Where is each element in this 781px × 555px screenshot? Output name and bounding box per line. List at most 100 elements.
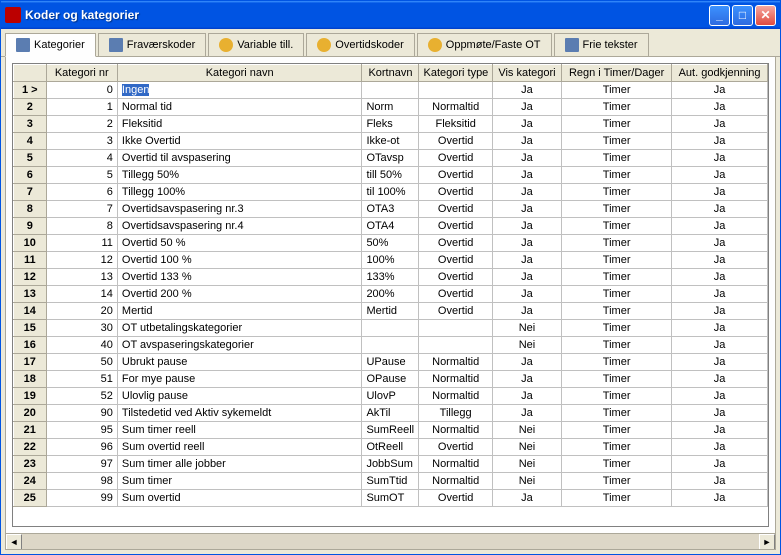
cell-aut[interactable]: Ja — [672, 439, 768, 456]
cell-regn[interactable]: Timer — [562, 473, 672, 490]
cell-short[interactable]: til 100% — [362, 184, 419, 201]
cell-short[interactable]: Norm — [362, 99, 419, 116]
cell-nr[interactable]: 11 — [46, 235, 117, 252]
cell-short[interactable]: Ikke-ot — [362, 133, 419, 150]
cell-type[interactable]: Overtid — [419, 184, 492, 201]
cell-name[interactable]: Ulovlig pause — [117, 388, 362, 405]
cell-regn[interactable]: Timer — [562, 303, 672, 320]
cell-short[interactable]: OPause — [362, 371, 419, 388]
row-number[interactable]: 25 — [14, 490, 47, 507]
row-number[interactable]: 4 — [14, 133, 47, 150]
cell-short[interactable]: SumTtid — [362, 473, 419, 490]
cell-vis[interactable]: Ja — [492, 201, 561, 218]
cell-name[interactable]: Ikke Overtid — [117, 133, 362, 150]
scroll-right-button[interactable]: ► — [759, 534, 775, 550]
row-number[interactable]: 5 — [14, 150, 47, 167]
table-row[interactable]: 1640OT avspaseringskategorierNeiTimerJa — [14, 337, 768, 354]
table-row[interactable]: 2296Sum overtid reellOtReellOvertidNeiTi… — [14, 439, 768, 456]
cell-type[interactable]: Normaltid — [419, 388, 492, 405]
cell-aut[interactable]: Ja — [672, 405, 768, 422]
cell-name[interactable]: Sum timer alle jobber — [117, 456, 362, 473]
cell-regn[interactable]: Timer — [562, 99, 672, 116]
col-header-6[interactable]: Aut. godkjenning — [672, 65, 768, 82]
cell-short[interactable]: 200% — [362, 286, 419, 303]
data-grid[interactable]: Kategori nrKategori navnKortnavnKategori… — [12, 63, 769, 527]
cell-short[interactable]: till 50% — [362, 167, 419, 184]
cell-nr[interactable]: 7 — [46, 201, 117, 218]
cell-type[interactable]: Normaltid — [419, 422, 492, 439]
row-number[interactable]: 23 — [14, 456, 47, 473]
cell-aut[interactable]: Ja — [672, 133, 768, 150]
cell-regn[interactable]: Timer — [562, 82, 672, 99]
table-row[interactable]: 21Normal tidNormNormaltidJaTimerJa — [14, 99, 768, 116]
cell-aut[interactable]: Ja — [672, 99, 768, 116]
row-number[interactable]: 9 — [14, 218, 47, 235]
cell-short[interactable]: Fleks — [362, 116, 419, 133]
cell-name[interactable]: Fleksitid — [117, 116, 362, 133]
cell-regn[interactable]: Timer — [562, 167, 672, 184]
cell-short[interactable]: UlovP — [362, 388, 419, 405]
cell-nr[interactable]: 99 — [46, 490, 117, 507]
cell-aut[interactable]: Ja — [672, 303, 768, 320]
cell-nr[interactable]: 20 — [46, 303, 117, 320]
cell-vis[interactable]: Ja — [492, 184, 561, 201]
cell-type[interactable]: Overtid — [419, 167, 492, 184]
cell-name[interactable]: Sum overtid — [117, 490, 362, 507]
cell-name[interactable]: Overtid 100 % — [117, 252, 362, 269]
cell-regn[interactable]: Timer — [562, 422, 672, 439]
cell-vis[interactable]: Ja — [492, 490, 561, 507]
table-row[interactable]: 2599Sum overtidSumOTOvertidJaTimerJa — [14, 490, 768, 507]
cell-short[interactable] — [362, 82, 419, 99]
cell-type[interactable]: Overtid — [419, 490, 492, 507]
cell-nr[interactable]: 52 — [46, 388, 117, 405]
cell-nr[interactable]: 50 — [46, 354, 117, 371]
cell-type[interactable]: Overtid — [419, 133, 492, 150]
cell-aut[interactable]: Ja — [672, 184, 768, 201]
cell-short[interactable]: OTA3 — [362, 201, 419, 218]
cell-nr[interactable]: 30 — [46, 320, 117, 337]
cell-vis[interactable]: Ja — [492, 218, 561, 235]
cell-nr[interactable]: 14 — [46, 286, 117, 303]
cell-aut[interactable]: Ja — [672, 150, 768, 167]
cell-short[interactable]: OTA4 — [362, 218, 419, 235]
scroll-track[interactable] — [22, 534, 759, 549]
cell-vis[interactable]: Nei — [492, 320, 561, 337]
table-row[interactable]: 1750Ubrukt pauseUPauseNormaltidJaTimerJa — [14, 354, 768, 371]
row-number[interactable]: 18 — [14, 371, 47, 388]
cell-regn[interactable]: Timer — [562, 286, 672, 303]
cell-aut[interactable]: Ja — [672, 82, 768, 99]
cell-nr[interactable]: 0 — [46, 82, 117, 99]
cell-nr[interactable]: 95 — [46, 422, 117, 439]
cell-nr[interactable]: 1 — [46, 99, 117, 116]
cell-regn[interactable]: Timer — [562, 133, 672, 150]
cell-short[interactable]: UPause — [362, 354, 419, 371]
close-button[interactable]: ✕ — [755, 5, 776, 26]
tab-frie-tekster[interactable]: Frie tekster — [554, 33, 649, 56]
cell-name[interactable]: Overtid 133 % — [117, 269, 362, 286]
cell-short[interactable]: OTavsp — [362, 150, 419, 167]
cell-regn[interactable]: Timer — [562, 184, 672, 201]
cell-aut[interactable]: Ja — [672, 218, 768, 235]
maximize-button[interactable]: □ — [732, 5, 753, 26]
cell-type[interactable]: Normaltid — [419, 473, 492, 490]
table-row[interactable]: 2090Tilstedetid ved Aktiv sykemeldtAkTil… — [14, 405, 768, 422]
cell-name[interactable]: Overtid 50 % — [117, 235, 362, 252]
cell-regn[interactable]: Timer — [562, 235, 672, 252]
tab-variable-till-[interactable]: Variable till. — [208, 33, 304, 56]
cell-aut[interactable]: Ja — [672, 422, 768, 439]
cell-type[interactable]: Normaltid — [419, 354, 492, 371]
row-number[interactable]: 14 — [14, 303, 47, 320]
cell-type[interactable]: Overtid — [419, 235, 492, 252]
horizontal-scrollbar[interactable]: ◄ ► — [6, 533, 775, 549]
cell-type[interactable]: Overtid — [419, 218, 492, 235]
cell-aut[interactable]: Ja — [672, 354, 768, 371]
cell-nr[interactable]: 8 — [46, 218, 117, 235]
row-number[interactable]: 7 — [14, 184, 47, 201]
row-number[interactable]: 24 — [14, 473, 47, 490]
cell-regn[interactable]: Timer — [562, 456, 672, 473]
row-number[interactable]: 8 — [14, 201, 47, 218]
row-number[interactable]: 11 — [14, 252, 47, 269]
cell-short[interactable]: OtReell — [362, 439, 419, 456]
col-header-4[interactable]: Vis kategori — [492, 65, 561, 82]
cell-nr[interactable]: 12 — [46, 252, 117, 269]
